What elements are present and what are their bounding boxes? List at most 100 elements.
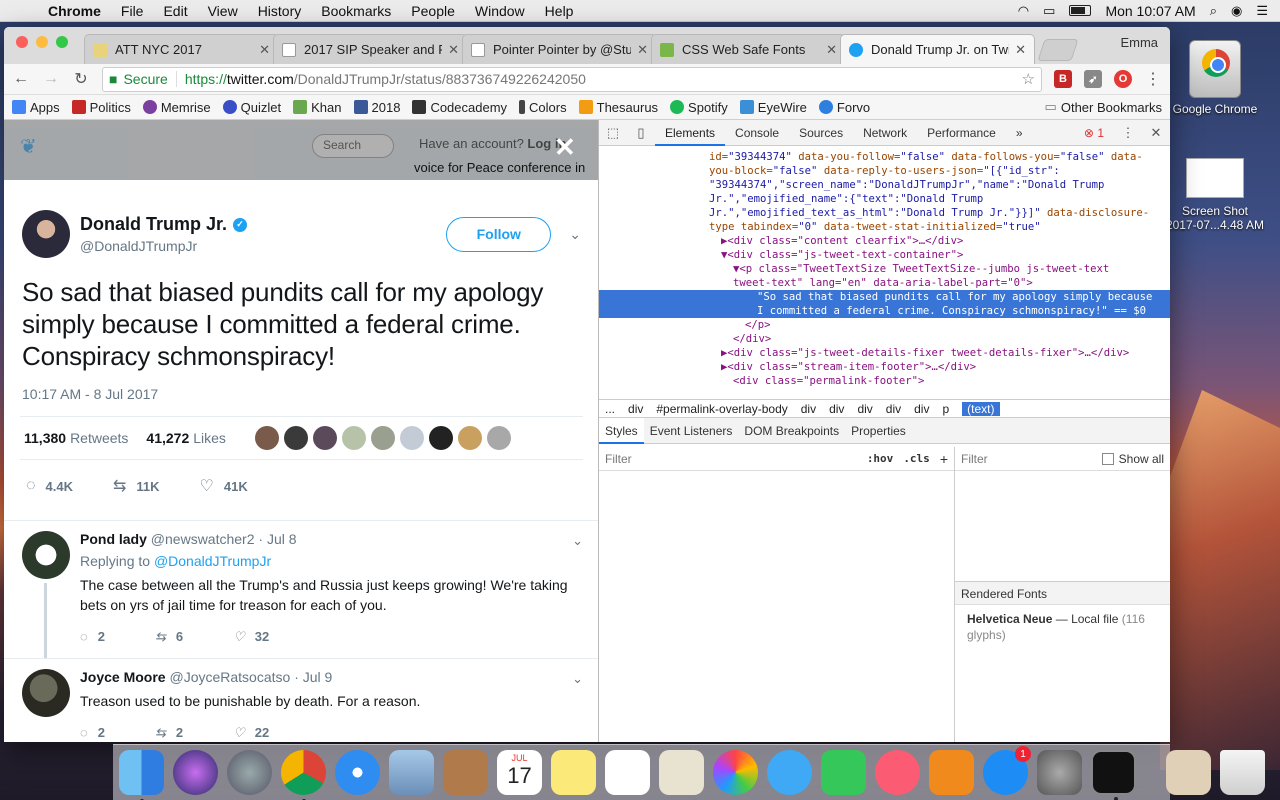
dom-line[interactable]: tweet-text" lang="en" data-aria-label-pa… [599, 276, 1170, 290]
desktop-icon-google-chrome[interactable]: Google Chrome [1160, 40, 1270, 116]
breadcrumb-item[interactable]: div [801, 402, 816, 416]
chevron-down-icon[interactable]: ⌄ [569, 226, 581, 243]
extension-b-icon[interactable]: B [1054, 70, 1072, 88]
reply-item[interactable]: Joyce Moore @JoyceRatsocatso · Jul 9 Tre… [4, 658, 598, 742]
breadcrumb-item[interactable]: p [942, 402, 949, 416]
dom-line[interactable]: "39344374","screen_name":"DonaldJTrumpJr… [599, 178, 1170, 192]
bookmark-forvo[interactable]: Forvo [818, 100, 870, 115]
avatar[interactable] [22, 669, 70, 717]
like-button[interactable]: ♡ 32 [233, 629, 269, 645]
reply-item[interactable]: Pond lady @newswatcher2 · Jul 8 Replying… [4, 521, 598, 658]
terminal-icon[interactable] [1091, 750, 1136, 800]
reminders-list-icon[interactable] [605, 750, 650, 795]
bookmark-2018[interactable]: 2018 [353, 100, 400, 115]
downloads-stack-icon[interactable] [1166, 750, 1211, 795]
tab-sip-speaker[interactable]: 2017 SIP Speaker and Fi ✕ [273, 34, 468, 64]
photo-booth-icon[interactable] [659, 750, 704, 795]
system-preferences-gear-icon[interactable] [1037, 750, 1082, 795]
desktop-icon-screen-shot[interactable]: Screen Shot 2017-07...4.48 AM [1160, 158, 1270, 232]
siri-icon[interactable] [173, 750, 218, 795]
bookmark-codecademy[interactable]: Codecademy [412, 100, 507, 115]
app-store-icon[interactable]: 1 [983, 746, 1031, 795]
retweet-button[interactable]: ⇆ 6 [155, 629, 183, 645]
tab-twitter-active[interactable]: Donald Trump Jr. on Twit ✕ [840, 34, 1035, 64]
reply-button[interactable]: ◌ 4.4K [26, 477, 73, 495]
tab-performance[interactable]: Performance [917, 120, 1006, 146]
inspect-element-icon[interactable]: ⬚ [599, 125, 627, 141]
dom-line[interactable]: Jr.","emojified_name":{"text":"Donald Tr… [599, 192, 1170, 206]
breadcrumb-item[interactable]: div [628, 402, 643, 416]
bookmark-thesaurus[interactable]: Thesaurus [578, 100, 658, 115]
breadcrumb-item-selected[interactable]: (text) [962, 401, 1000, 416]
avatar[interactable] [313, 426, 337, 450]
notes-icon[interactable] [551, 750, 596, 795]
dom-line-collapsed[interactable]: ▶<div class="content clearfix">…</div> [599, 234, 1170, 248]
computed-filter-input[interactable]: Filter [961, 452, 988, 466]
retweets-stat[interactable]: 11,380 Retweets [24, 430, 128, 446]
reply-button[interactable]: ◌ 2 [80, 725, 105, 741]
breadcrumb-item[interactable]: div [914, 402, 929, 416]
devtools-menu-icon[interactable]: ⋮ [1114, 125, 1142, 141]
dom-line[interactable]: </div> [599, 332, 1170, 346]
avatar[interactable] [342, 426, 366, 450]
menu-window[interactable]: Window [465, 3, 535, 19]
secure-label[interactable]: Secure [123, 71, 177, 87]
reply-date[interactable]: · Jul 8 [258, 531, 296, 547]
extension-opera-icon[interactable]: O [1114, 70, 1132, 88]
calendar-icon[interactable]: JUL 17 [497, 750, 542, 795]
breadcrumb-item[interactable]: ... [605, 402, 615, 416]
tab-styles[interactable]: Styles [599, 417, 644, 444]
preview-eagle-icon[interactable] [389, 750, 434, 795]
close-overlay-icon[interactable]: ✕ [554, 132, 576, 163]
siri-icon[interactable]: ◉ [1231, 3, 1242, 19]
avatar[interactable] [429, 426, 453, 450]
retweet-button[interactable]: ⇆ 2 [155, 725, 183, 741]
mirror-display-icon[interactable]: ▭ [1043, 3, 1055, 19]
tab-properties[interactable]: Properties [845, 418, 912, 444]
avatar[interactable] [255, 426, 279, 450]
contacts-icon[interactable] [443, 750, 488, 795]
dom-line[interactable]: </p> [599, 318, 1170, 332]
facetime-camera-icon[interactable] [821, 750, 866, 795]
tab-css-web-safe-fonts[interactable]: CSS Web Safe Fonts ✕ [651, 34, 846, 64]
safari-compass-icon[interactable] [335, 750, 380, 795]
ibooks-icon[interactable] [929, 750, 974, 795]
twitter-logo-icon[interactable]: ❦ [20, 134, 37, 159]
tweet-timestamp[interactable]: 10:17 AM - 8 Jul 2017 [4, 372, 598, 402]
device-toolbar-icon[interactable]: ▯ [627, 125, 655, 141]
bookmark-khan[interactable]: Khan [293, 100, 342, 115]
reply-author-handle[interactable]: @JoyceRatsocatso [169, 669, 290, 685]
likes-stat[interactable]: 41,272 Likes [146, 430, 226, 446]
add-style-rule-icon[interactable]: + [940, 451, 948, 467]
bookmark-politics[interactable]: Politics [71, 100, 131, 115]
menu-edit[interactable]: Edit [153, 3, 197, 19]
dom-line[interactable]: Jr.","emojified_text_as_html":"Donald Tr… [599, 206, 1170, 220]
battery-icon[interactable] [1069, 5, 1092, 16]
reply-author-handle[interactable]: @newswatcher2 [151, 531, 255, 547]
dom-line[interactable]: type tabindex="0" data-tweet-stat-initia… [599, 220, 1170, 234]
bookmark-other[interactable]: ▭ Other Bookmarks [1045, 99, 1162, 115]
clock[interactable]: Mon 10:07 AM [1105, 3, 1195, 19]
avatar[interactable] [22, 210, 70, 258]
like-button[interactable]: ♡ 41K [200, 476, 248, 496]
tab-network[interactable]: Network [853, 120, 917, 146]
back-arrow-icon[interactable]: ← [12, 70, 30, 88]
show-all-checkbox[interactable]: Show all [1101, 452, 1164, 466]
tab-elements[interactable]: Elements [655, 120, 726, 146]
dom-line[interactable]: <div class="permalink-footer"> [599, 374, 1170, 388]
finder-icon[interactable] [119, 750, 164, 800]
styles-filter-input[interactable]: Filter [605, 452, 632, 466]
bookmark-spotify[interactable]: Spotify [670, 100, 728, 115]
chrome-menu-icon[interactable]: ⋮ [1144, 69, 1162, 89]
launchpad-rocket-icon[interactable] [227, 750, 272, 795]
bookmark-apps[interactable]: Apps [12, 100, 60, 115]
tab-sources[interactable]: Sources [789, 120, 853, 146]
avatar[interactable] [22, 531, 70, 579]
tab-console[interactable]: Console [725, 120, 789, 146]
close-devtools-icon[interactable]: ✕ [1142, 125, 1170, 141]
reload-icon[interactable]: ↻ [72, 69, 90, 89]
close-tab-icon[interactable]: ✕ [448, 42, 459, 58]
dom-line-collapsed[interactable]: ▶<div class="stream-item-footer">…</div> [599, 360, 1170, 374]
reply-button[interactable]: ◌ 2 [80, 629, 105, 645]
extension-rocket-icon[interactable]: ➶ [1084, 70, 1102, 88]
